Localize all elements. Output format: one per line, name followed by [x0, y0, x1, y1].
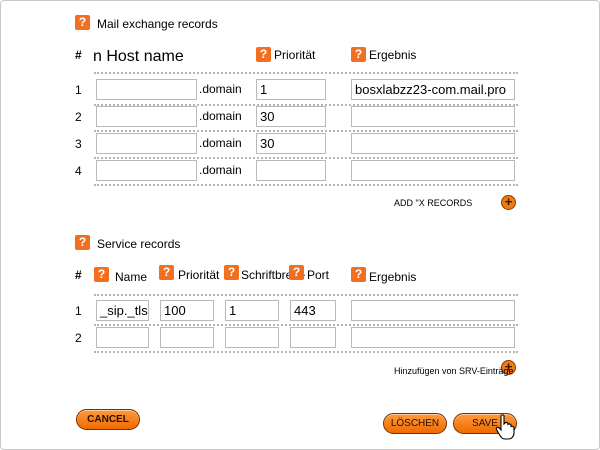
mx-row-number: 1	[75, 83, 82, 97]
srv-priority-input[interactable]: 100	[160, 300, 214, 321]
help-icon[interactable]: ?	[94, 267, 109, 282]
srv-result-header: Ergebnis	[369, 270, 417, 284]
help-icon[interactable]: ?	[75, 15, 90, 30]
row-divider	[94, 130, 518, 132]
srv-row-number: 2	[75, 331, 82, 345]
domain-suffix: .domain	[199, 163, 242, 177]
mx-host-input[interactable]	[96, 160, 197, 181]
mx-host-input[interactable]	[96, 106, 197, 127]
srv-hash-header: #	[75, 268, 82, 282]
row-divider	[94, 351, 518, 353]
domain-suffix: .domain	[199, 82, 242, 96]
row-divider	[94, 157, 518, 159]
mx-result-header: Ergebnis	[369, 48, 417, 62]
srv-weight-input[interactable]: 1	[225, 300, 279, 321]
srv-name-input[interactable]	[96, 327, 149, 348]
help-icon[interactable]: ?	[75, 235, 90, 250]
mx-row-number: 3	[75, 137, 82, 151]
mx-result-field[interactable]: bosxlabzz23-com.mail.pro	[351, 79, 515, 100]
help-icon[interactable]: ?	[289, 265, 304, 280]
mx-host-header: n Host name	[93, 48, 184, 65]
srv-port-input[interactable]	[290, 327, 336, 348]
mx-hash-header: #	[75, 48, 82, 62]
domain-suffix: .domain	[199, 136, 242, 150]
srv-priority-header: Priorität	[178, 268, 220, 282]
mx-row-number: 4	[75, 164, 82, 178]
srv-port-header: Port	[307, 268, 330, 282]
mx-row-number: 2	[75, 110, 82, 124]
row-divider	[94, 324, 518, 326]
mx-result-field[interactable]	[351, 160, 515, 181]
mx-host-input[interactable]	[96, 79, 197, 100]
srv-result-field[interactable]	[351, 300, 515, 321]
srv-row-number: 1	[75, 304, 82, 318]
mx-host-input[interactable]	[96, 133, 197, 154]
help-icon[interactable]: ?	[256, 47, 271, 62]
domain-suffix: .domain	[199, 109, 242, 123]
help-icon[interactable]: ?	[159, 265, 174, 280]
srv-port-input[interactable]: 443	[290, 300, 336, 321]
row-divider	[94, 184, 518, 186]
mx-priority-input[interactable]: 30	[256, 106, 326, 127]
mx-priority-input[interactable]	[256, 160, 326, 181]
mx-section-title: Mail exchange records	[97, 17, 218, 31]
srv-priority-input[interactable]	[160, 327, 214, 348]
mx-priority-input[interactable]: 30	[256, 133, 326, 154]
hand-cursor-icon	[495, 414, 515, 440]
help-icon[interactable]: ?	[224, 265, 239, 280]
mx-result-field[interactable]	[351, 133, 515, 154]
help-icon[interactable]: ?	[351, 47, 366, 62]
add-srv-records-link[interactable]: Hinzufügen von SRV-Einträge	[394, 366, 513, 376]
mx-result-field[interactable]	[351, 106, 515, 127]
srv-name-input[interactable]: _sip._tls	[96, 300, 149, 321]
srv-section-title: Service records	[97, 237, 181, 251]
mx-priority-input[interactable]: 1	[256, 79, 326, 100]
cancel-button[interactable]: CANCEL	[76, 409, 140, 430]
delete-button[interactable]: LÖSCHEN	[383, 413, 447, 434]
add-mx-record-plus-icon[interactable]: +	[501, 195, 516, 210]
mx-priority-header: Priorität	[274, 48, 316, 62]
srv-name-header: Name	[115, 270, 148, 284]
row-divider	[94, 294, 518, 296]
dialog-frame	[0, 0, 600, 450]
srv-weight-input[interactable]	[225, 327, 279, 348]
help-icon[interactable]: ?	[351, 267, 366, 282]
row-divider	[94, 72, 518, 74]
add-mx-records-link[interactable]: ADD "X RECORDS	[394, 198, 472, 208]
srv-result-field[interactable]	[351, 327, 515, 348]
